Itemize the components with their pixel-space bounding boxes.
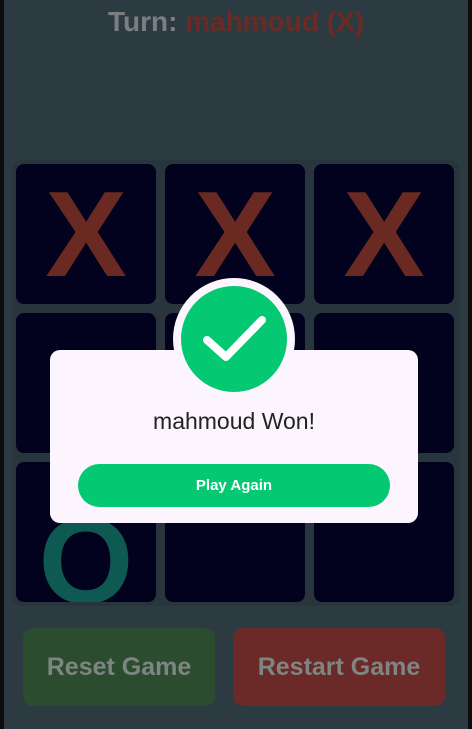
board-cell-3[interactable]: X xyxy=(314,164,454,304)
turn-label: Turn: xyxy=(107,6,178,37)
cell-mark: X xyxy=(343,166,425,302)
board-cell-1[interactable]: X xyxy=(16,164,156,304)
win-message: mahmoud Won! xyxy=(153,408,315,434)
success-badge xyxy=(173,278,295,400)
restart-game-button[interactable]: Restart Game xyxy=(233,628,445,706)
cell-mark: X xyxy=(45,166,127,302)
right-frame-edge xyxy=(468,0,472,729)
reset-game-button[interactable]: Reset Game xyxy=(23,628,215,706)
cell-mark: X xyxy=(194,166,276,302)
play-again-button[interactable]: Play Again xyxy=(78,464,390,507)
checkmark-icon xyxy=(203,316,266,361)
left-frame-edge xyxy=(0,0,4,729)
success-circle xyxy=(181,286,287,392)
current-player: mahmoud (X) xyxy=(185,6,365,37)
turn-indicator: Turn: mahmoud (X) xyxy=(0,2,472,42)
game-screen: Turn: mahmoud (X) X X X O Reset Game Res… xyxy=(0,0,472,729)
